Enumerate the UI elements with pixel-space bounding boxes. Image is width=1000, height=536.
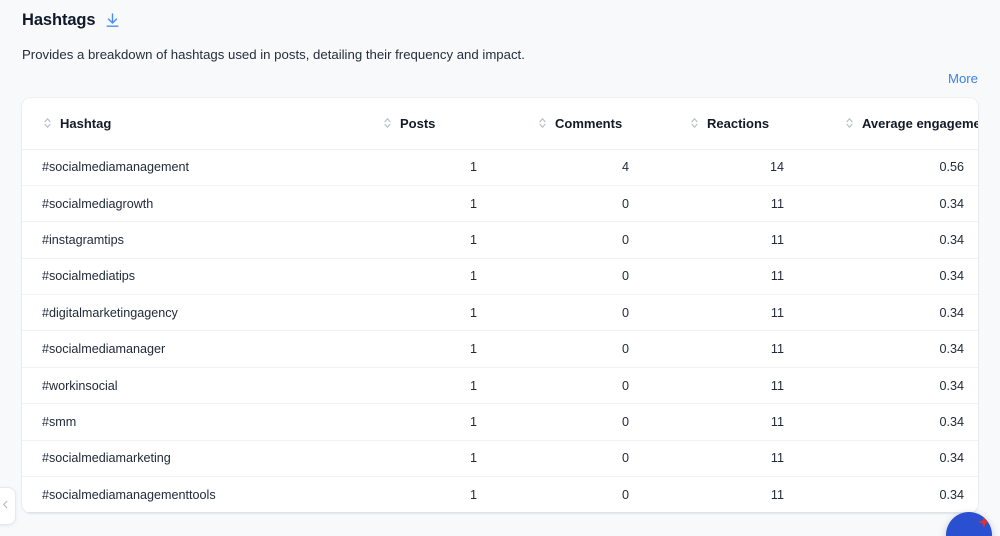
table-body: #socialmediamanagement 1 4 14 0.56 #socialmed… xyxy=(22,149,978,514)
cell-posts: 1 xyxy=(374,258,529,296)
column-header-label: Average engagement xyxy=(862,115,978,131)
cell-comments: 0 xyxy=(529,367,681,405)
cell-comments: 0 xyxy=(529,403,681,441)
column-header-label: Posts xyxy=(400,115,436,131)
cell-hashtag: #smm xyxy=(22,403,374,441)
table-row[interactable]: #smm 1 0 11 0.34 xyxy=(22,403,978,441)
cell-comments: 0 xyxy=(529,221,681,259)
cell-average-engagement: 0.34 xyxy=(836,367,978,405)
column-header-label: Reactions xyxy=(707,115,770,131)
cell-comments: 4 xyxy=(529,149,681,186)
sort-updown-icon xyxy=(537,117,548,130)
sort-updown-icon xyxy=(42,117,53,130)
cell-average-engagement: 0.34 xyxy=(836,330,978,368)
column-header-hashtag[interactable]: Hashtag xyxy=(22,98,374,150)
column-header-posts[interactable]: Posts xyxy=(374,98,529,150)
table-row[interactable]: #socialmediamarketing 1 0 11 0.34 xyxy=(22,440,978,478)
hashtags-report-page: Hashtags Provides a breakdown of hashtag… xyxy=(0,0,1000,536)
cell-average-engagement: 0.56 xyxy=(836,149,978,186)
cell-hashtag: #workinsocial xyxy=(22,367,374,405)
cell-comments: 0 xyxy=(529,476,681,514)
cell-hashtag: #socialmediamanager xyxy=(22,330,374,368)
page-description: Provides a breakdown of hashtags used in… xyxy=(22,47,525,62)
table-row[interactable]: #socialmediagrowth 1 0 11 0.34 xyxy=(22,185,978,223)
column-header-average-engagement[interactable]: Average engagement xyxy=(836,98,978,150)
cell-reactions: 14 xyxy=(681,149,836,186)
column-header-comments[interactable]: Comments xyxy=(529,98,681,150)
table-row[interactable]: #instagramtips 1 0 11 0.34 xyxy=(22,221,978,259)
page-title: Hashtags xyxy=(22,11,96,29)
sort-updown-icon xyxy=(689,117,700,130)
cell-posts: 1 xyxy=(374,367,529,405)
table-row[interactable]: #socialmediatips 1 0 11 0.34 xyxy=(22,258,978,296)
hashtags-table-card: Hashtag Posts Comments Reactions Average… xyxy=(22,98,978,514)
sidebar-collapse-handle[interactable] xyxy=(0,487,16,525)
cell-comments: 0 xyxy=(529,330,681,368)
cell-average-engagement: 0.34 xyxy=(836,440,978,478)
cell-hashtag: #instagramtips xyxy=(22,221,374,259)
cell-hashtag: #socialmediamanagement xyxy=(22,149,374,186)
cell-comments: 0 xyxy=(529,185,681,223)
table-row[interactable]: #socialmediamanagementtools 1 0 11 0.34 xyxy=(22,476,978,514)
cell-posts: 1 xyxy=(374,476,529,514)
cell-reactions: 11 xyxy=(681,367,836,405)
cell-reactions: 11 xyxy=(681,185,836,223)
cell-comments: 0 xyxy=(529,258,681,296)
column-header-label: Comments xyxy=(555,115,623,131)
table-row[interactable]: #workinsocial 1 0 11 0.34 xyxy=(22,367,978,405)
cell-average-engagement: 0.34 xyxy=(836,476,978,514)
cell-average-engagement: 0.34 xyxy=(836,294,978,332)
cell-posts: 1 xyxy=(374,221,529,259)
cell-posts: 1 xyxy=(374,440,529,478)
cell-reactions: 11 xyxy=(681,440,836,478)
cell-posts: 1 xyxy=(374,330,529,368)
cell-posts: 1 xyxy=(374,294,529,332)
table-row[interactable]: #socialmediamanagement 1 4 14 0.56 xyxy=(22,149,978,186)
table-row[interactable]: #socialmediamanager 1 0 11 0.34 xyxy=(22,330,978,368)
cell-reactions: 11 xyxy=(681,221,836,259)
cell-hashtag: #socialmediamarketing xyxy=(22,440,374,478)
hashtags-table: Hashtag Posts Comments Reactions Average… xyxy=(22,98,978,514)
cell-posts: 1 xyxy=(374,403,529,441)
chat-bubble-button[interactable] xyxy=(946,512,992,536)
cell-hashtag: #digitalmarketingagency xyxy=(22,294,374,332)
sort-updown-icon xyxy=(844,117,855,130)
cell-average-engagement: 0.34 xyxy=(836,403,978,441)
cell-reactions: 11 xyxy=(681,258,836,296)
column-header-reactions[interactable]: Reactions xyxy=(681,98,836,150)
table-header-row: Hashtag Posts Comments Reactions Average… xyxy=(22,98,978,150)
cell-comments: 0 xyxy=(529,294,681,332)
cell-average-engagement: 0.34 xyxy=(836,185,978,223)
column-header-label: Hashtag xyxy=(60,115,112,131)
cell-posts: 1 xyxy=(374,149,529,186)
more-link[interactable]: More xyxy=(948,71,978,86)
cell-average-engagement: 0.34 xyxy=(836,258,978,296)
cell-hashtag: #socialmediagrowth xyxy=(22,185,374,223)
report-header: Hashtags Provides a breakdown of hashtag… xyxy=(0,0,1000,64)
cell-reactions: 11 xyxy=(681,403,836,441)
table-header: Hashtag Posts Comments Reactions Average… xyxy=(22,98,978,150)
cell-hashtag: #socialmediatips xyxy=(22,258,374,296)
download-icon[interactable] xyxy=(103,11,121,29)
more-row: More xyxy=(948,70,978,88)
sort-updown-icon xyxy=(382,117,393,130)
cell-hashtag: #socialmediamanagementtools xyxy=(22,476,374,514)
cell-average-engagement: 0.34 xyxy=(836,221,978,259)
table-row[interactable]: #digitalmarketingagency 1 0 11 0.34 xyxy=(22,294,978,332)
cell-posts: 1 xyxy=(374,185,529,223)
cell-reactions: 11 xyxy=(681,476,836,514)
cell-comments: 0 xyxy=(529,440,681,478)
cell-reactions: 11 xyxy=(681,294,836,332)
title-row: Hashtags xyxy=(22,8,1000,32)
chevron-left-icon xyxy=(0,497,11,515)
sparkle-icon xyxy=(978,516,990,528)
cell-reactions: 11 xyxy=(681,330,836,368)
